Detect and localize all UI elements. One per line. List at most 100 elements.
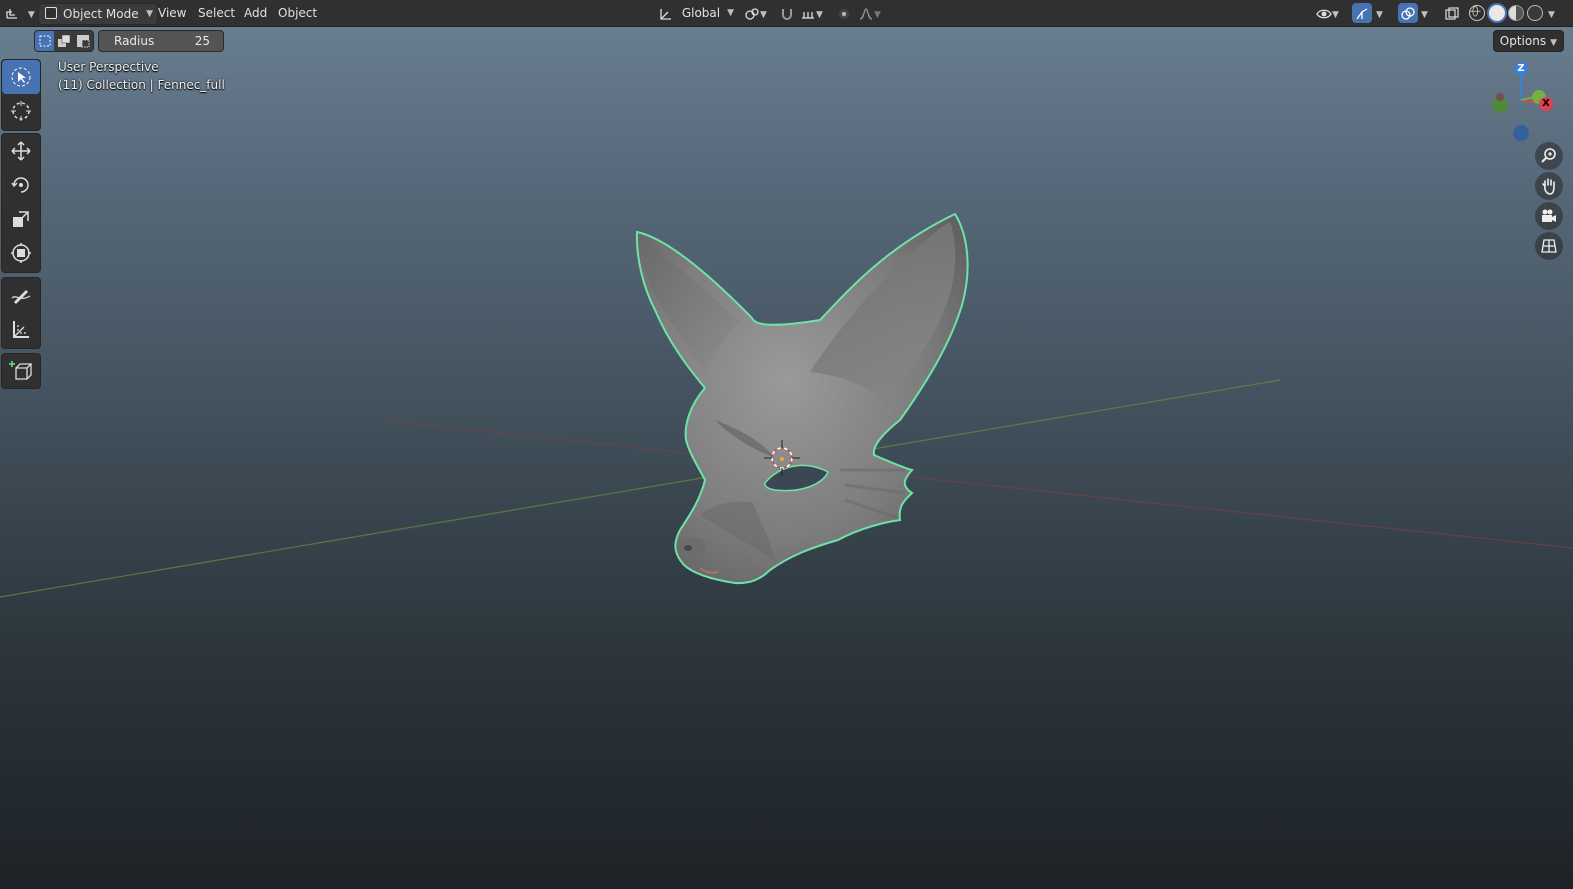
gizmo-z-axis[interactable]: Z [1514,62,1528,76]
gizmo-dropdown[interactable]: ▼ [1376,3,1388,23]
proportional-falloff-dropdown[interactable]: ▼ [858,3,886,23]
pivot-icon [745,7,759,20]
zoom-button[interactable] [1535,142,1563,170]
camera-view-button[interactable] [1535,202,1563,230]
collection-info-label: (11) Collection | Fennec_full [58,78,225,92]
object-mode-icon [45,7,57,19]
annotate-icon [11,290,31,304]
snap-toggle[interactable] [779,3,797,23]
scale-icon [13,211,29,227]
options-dropdown[interactable]: Options ▼ [1492,30,1564,52]
solid-shading-button[interactable] [1489,5,1505,21]
pivot-point-dropdown[interactable]: ▼ [744,3,772,23]
chevron-down-icon: ▼ [874,10,881,20]
gizmo-x-axis[interactable]: X [1539,97,1553,111]
measure-icon [13,321,29,338]
x-axis-line [379,419,1573,549]
material-preview-button[interactable] [1508,5,1524,21]
eye-icon [1316,9,1332,18]
wireframe-sphere-icon [1470,6,1481,17]
gizmo-toggle[interactable] [1352,3,1372,23]
magnet-icon [782,8,792,20]
orientation-axes-icon [660,8,671,20]
radius-label: Radius [114,34,155,48]
tool-move[interactable] [2,134,40,168]
select-new-button[interactable] [35,31,55,51]
radius-value: 25 [194,34,210,48]
mode-dropdown[interactable]: Object Mode ▼ [38,3,158,25]
chevron-down-icon: ▼ [727,8,734,18]
menu-object[interactable]: Object [272,3,323,23]
mode-label: Object Mode [63,7,139,21]
editor-type-button[interactable]: ▼ [4,3,35,23]
toolbar-annotate-group [1,277,41,349]
proportional-editing-toggle[interactable] [836,3,854,23]
tool-rotate[interactable] [2,168,40,202]
select-subtract-button[interactable] [74,31,93,51]
chevron-down-icon: ▼ [1332,10,1339,20]
options-label: Options [1499,34,1547,48]
proportional-edit-icon [839,8,849,19]
camera-icon [1542,209,1556,222]
select-subtract-icon [77,35,90,48]
cursor-icon [11,101,31,121]
chevron-down-icon: ▼ [1376,10,1383,20]
overlays-toggle[interactable] [1398,3,1418,23]
toolbar-transform-group [1,133,41,273]
3d-viewport-header: ▼ Object Mode ▼ View Select Add Object Gl… [0,0,1573,27]
tool-scale[interactable] [2,202,40,236]
tool-measure[interactable] [2,312,40,346]
xray-toggle[interactable] [1444,3,1462,23]
rotate-icon [11,177,29,193]
menu-view[interactable]: View [152,3,192,23]
zoom-icon [1541,148,1556,163]
tool-add-cube[interactable] [2,354,40,388]
transform-icon [11,243,31,263]
fennec-mask-model[interactable] [635,212,969,585]
snap-target-dropdown[interactable]: ▼ [800,3,828,23]
overlays-icon [1401,6,1415,20]
pan-hand-icon [1542,178,1555,195]
toolbar-select-group [1,59,41,131]
toolbar-add-group [1,353,41,389]
overlays-dropdown[interactable]: ▼ [1421,3,1433,23]
gizmo-neg-x-axis[interactable] [1496,93,1504,101]
menu-select[interactable]: Select [192,3,241,23]
tool-cursor[interactable] [2,94,40,128]
y-axis-line [0,379,1281,598]
orientation-label: Global [681,6,721,20]
xray-icon [1445,6,1459,20]
grid-ortho-icon [1541,239,1557,253]
falloff-curve-icon [859,7,873,20]
select-extend-button[interactable] [54,31,73,51]
chevron-down-icon: ▼ [1548,10,1555,20]
gizmo-icon [1356,7,1368,19]
chevron-down-icon: ▼ [27,10,35,20]
snap-increment-icon [802,11,814,19]
tool-settings-row: Radius 25 Options ▼ [0,27,1573,53]
viewport-canvas[interactable] [0,27,1573,889]
rendered-shading-button[interactable] [1527,5,1543,21]
menu-add[interactable]: Add [238,3,273,23]
tool-select-box[interactable] [2,60,40,94]
selection-mode-buttons [34,30,94,52]
ortho-toggle-button[interactable] [1535,232,1563,260]
chevron-down-icon: ▼ [816,10,823,20]
shading-dropdown[interactable]: ▼ [1548,3,1560,23]
chevron-down-icon: ▼ [1421,10,1428,20]
wireframe-shading-button[interactable] [1469,5,1485,21]
navigation-gizmo[interactable]: Z X [1488,60,1568,145]
tool-annotate[interactable] [2,278,40,312]
transform-orientation-dropdown[interactable]: Global ▼ [658,3,736,23]
select-box-icon [11,67,31,87]
chevron-down-icon: ▼ [760,10,767,20]
select-extend-icon [57,34,71,47]
tool-transform[interactable] [2,236,40,270]
gizmo-neg-z-axis[interactable] [1513,125,1529,141]
radius-field[interactable]: Radius 25 [98,30,224,52]
editor-type-icon [6,8,17,19]
pan-button[interactable] [1535,172,1563,200]
add-cube-icon [9,361,33,380]
chevron-down-icon: ▼ [1550,38,1557,48]
object-visibility-dropdown[interactable]: ▼ [1316,3,1346,23]
